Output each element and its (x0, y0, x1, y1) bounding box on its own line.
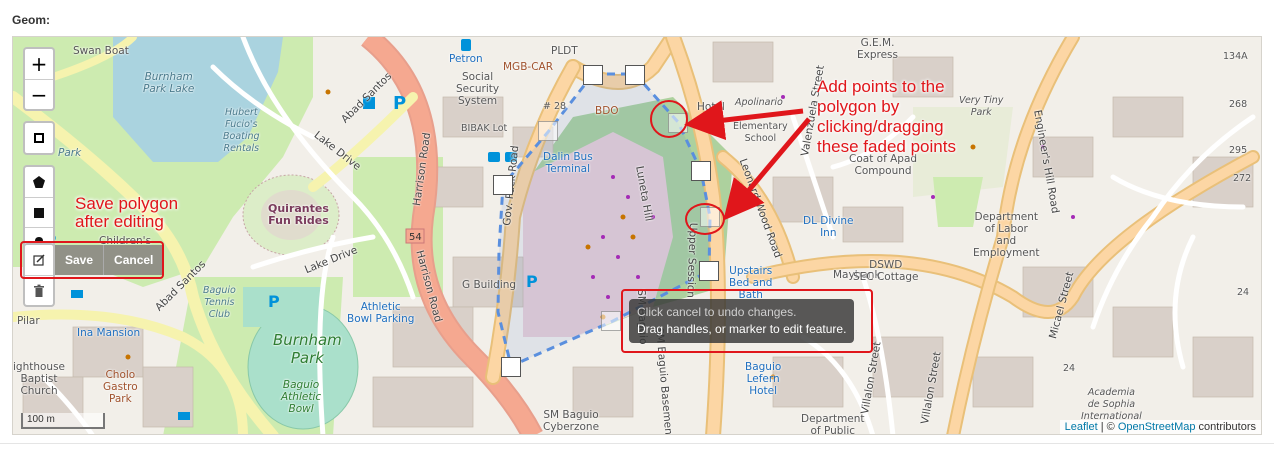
annotation-arrows (684, 100, 811, 221)
annotation-add-points: Add points to the polygon by clicking/dr… (817, 77, 956, 156)
geom-field-label: Geom: (12, 13, 51, 27)
map-canvas[interactable]: 54 P P P P Swan Boat Burnham Park Lake H… (12, 36, 1262, 435)
form-divider (0, 443, 1274, 444)
annotation-save-polygon: Save polygon after editing (75, 194, 179, 231)
